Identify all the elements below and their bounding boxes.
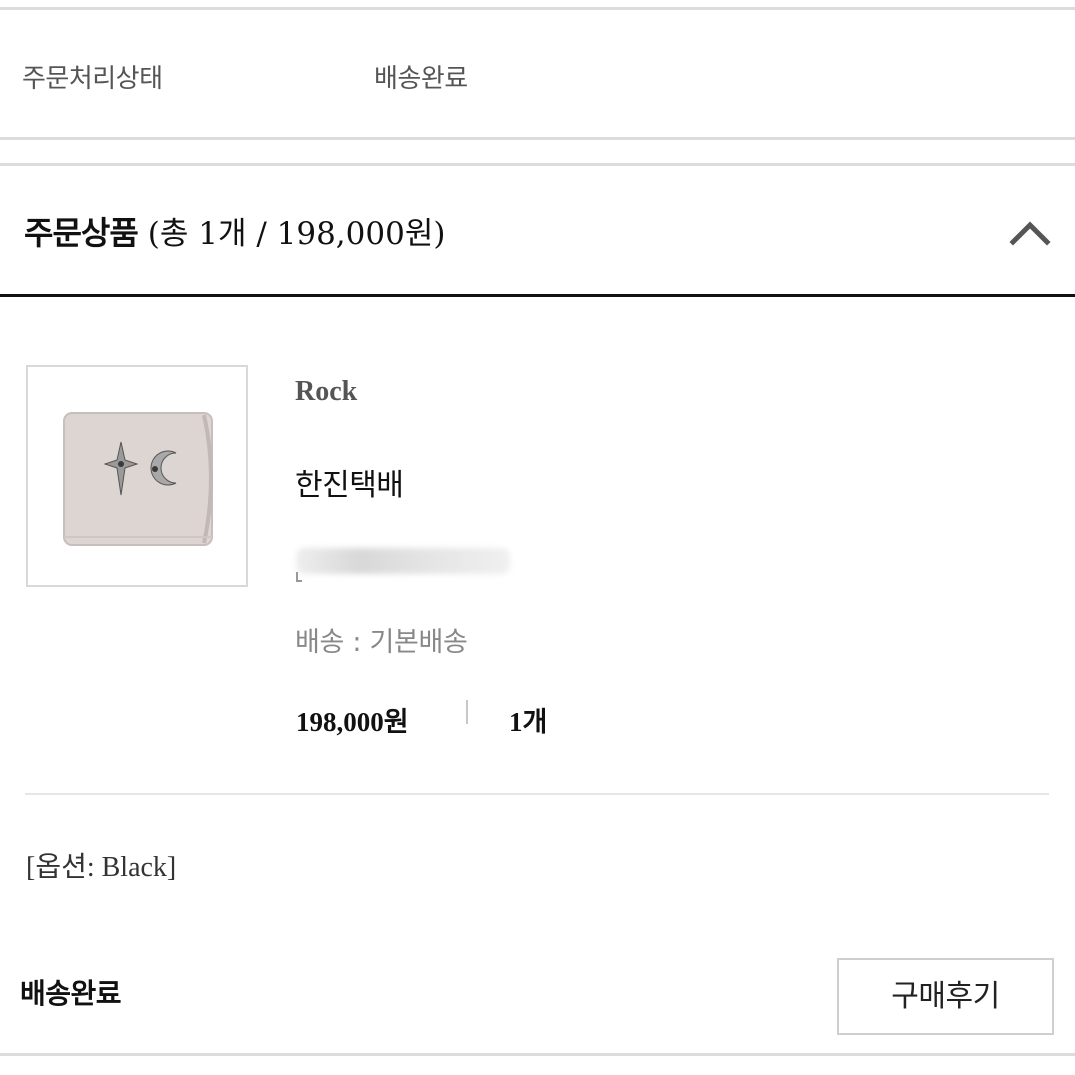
wallet-image	[63, 412, 213, 546]
product-brand[interactable]: Rock	[295, 376, 357, 408]
order-status-label: 주문처리상태	[22, 64, 163, 94]
order-status-value: 배송완료	[374, 64, 468, 94]
divider	[0, 137, 1075, 140]
shipping-method: 배송 : 기본배송	[295, 627, 468, 658]
divider	[25, 793, 1049, 795]
order-products-summary: (총 1개 / 198,000원)	[147, 216, 446, 252]
order-products-header[interactable]: 주문상품 (총 1개 / 198,000원)	[0, 166, 1075, 294]
section-divider	[0, 294, 1075, 297]
write-review-button[interactable]: 구매후기	[837, 958, 1054, 1035]
price-quantity-separator	[466, 700, 468, 724]
chevron-up-icon[interactable]	[1000, 210, 1060, 254]
order-products-title: 주문상품 (총 1개 / 198,000원)	[24, 208, 445, 254]
order-detail-page: 주문처리상태 배송완료 주문상품 (총 1개 / 198,000원) Rock 한…	[0, 0, 1075, 1075]
product-name[interactable]: 한진택배	[295, 460, 404, 504]
redacted-mark	[296, 572, 302, 582]
divider	[0, 1053, 1075, 1056]
product-option: [옵션: Black]	[26, 852, 177, 883]
order-products-heading: 주문상품	[24, 214, 139, 252]
redacted-text	[296, 548, 510, 574]
product-price: 198,000원	[296, 707, 409, 737]
order-status-row: 주문처리상태 배송완료	[0, 10, 1075, 138]
product-thumbnail[interactable]	[26, 365, 248, 587]
delivery-status: 배송완료	[20, 977, 122, 1010]
product-quantity: 1개	[509, 707, 548, 737]
